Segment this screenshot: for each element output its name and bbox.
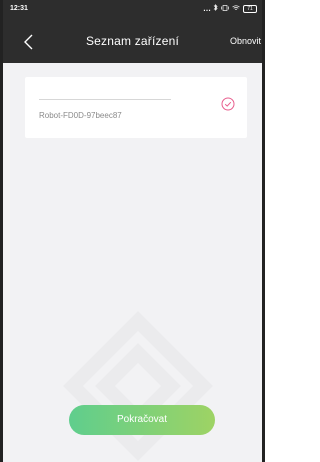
nav-bar: Seznam zařízení Obnovit <box>0 28 265 60</box>
header: 12:31 … 71 Seznam zařízení Obnovit <box>0 0 265 63</box>
device-list-item[interactable]: Robot-FD0D-97beec87 <box>25 77 247 138</box>
battery-icon: 71 <box>243 4 257 13</box>
status-time: 12:31 <box>10 5 28 12</box>
dots-icon: … <box>203 4 211 13</box>
vibrate-icon <box>221 4 229 13</box>
status-icons: … 71 <box>203 4 257 13</box>
refresh-button[interactable]: Obnovit <box>230 36 261 46</box>
device-divider <box>39 99 171 100</box>
continue-button[interactable]: Pokračovat <box>69 405 215 435</box>
wifi-icon <box>232 4 240 13</box>
page-title: Seznam zařízení <box>85 34 180 48</box>
bluetooth-icon <box>213 4 218 13</box>
device-name: Robot-FD0D-97beec87 <box>39 111 122 120</box>
check-circle-icon[interactable] <box>221 97 235 111</box>
status-bar: 12:31 … 71 <box>0 0 265 18</box>
device-list-panel: Robot-FD0D-97beec87 Pokračovat <box>3 63 262 462</box>
logo-watermark-icon <box>63 311 213 461</box>
